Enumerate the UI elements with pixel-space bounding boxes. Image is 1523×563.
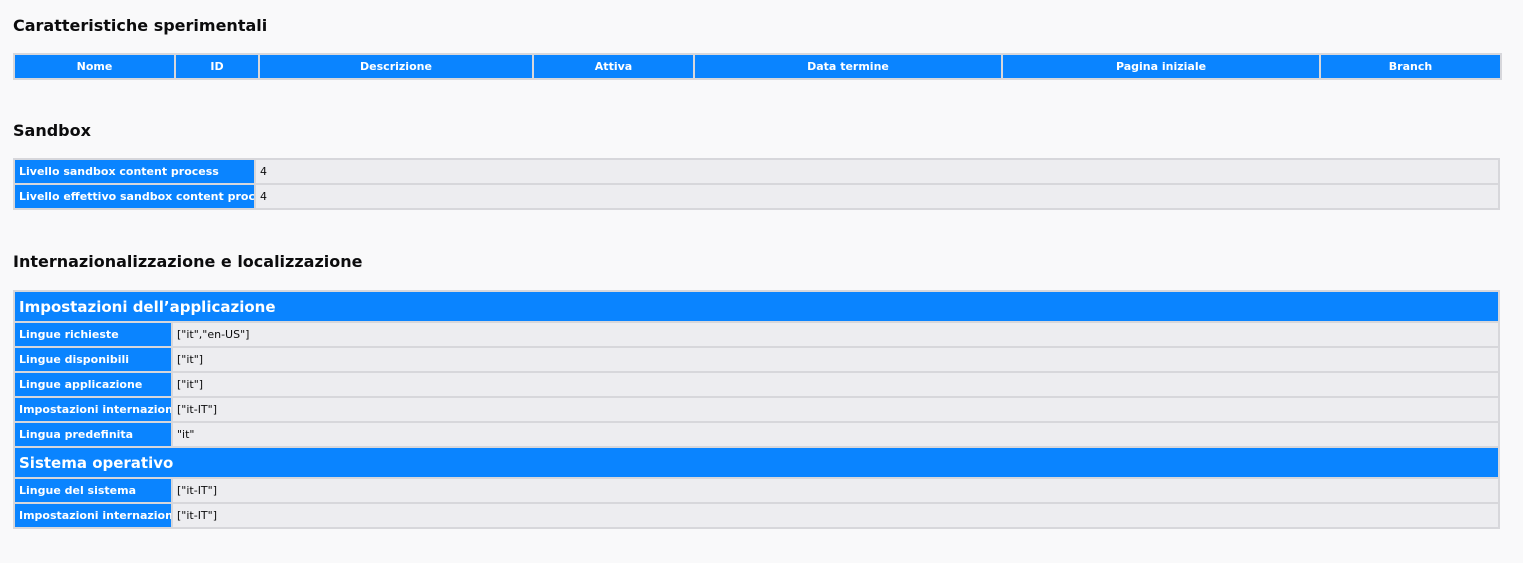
column-header-branch[interactable]: Branch [1319, 53, 1502, 80]
row-key: Lingue disponibili [13, 346, 173, 373]
os-section-title: Sistema operativo [13, 446, 1500, 479]
row-value: ["it-IT"] [171, 396, 1500, 423]
table-row: Livello sandbox content process 4 [13, 158, 1500, 185]
about-support-page: Caratteristiche sperimentali Nome ID Des… [0, 0, 1523, 563]
section-row: Impostazioni dell’applicazione [13, 290, 1500, 323]
intl-table: Impostazioni dell’applicazione Lingue ri… [13, 290, 1500, 529]
column-header-data-termine[interactable]: Data termine [693, 53, 1003, 80]
row-value: 4 [254, 158, 1500, 185]
sandbox-table: Livello sandbox content process 4 Livell… [13, 158, 1500, 210]
row-value: ["it-IT"] [171, 477, 1500, 504]
row-key: Lingue applicazione [13, 371, 173, 398]
table-row: Lingue richieste ["it","en-US"] [13, 321, 1500, 348]
row-value: ["it"] [171, 346, 1500, 373]
row-key: Livello sandbox content process [13, 158, 256, 185]
column-header-nome[interactable]: Nome [13, 53, 176, 80]
section-row: Sistema operativo [13, 446, 1500, 479]
row-key: Impostazioni internazionali [13, 502, 173, 529]
column-header-attiva[interactable]: Attiva [532, 53, 695, 80]
table-row: Lingue del sistema ["it-IT"] [13, 477, 1500, 504]
table-row: Lingua predefinita "it" [13, 421, 1500, 448]
experimental-features-table: Nome ID Descrizione Attiva Data termine … [13, 53, 1502, 80]
row-value: ["it","en-US"] [171, 321, 1500, 348]
row-key: Lingue richieste [13, 321, 173, 348]
row-key: Livello effettivo sandbox content proces… [13, 183, 256, 210]
intl-heading: Internazionalizzazione e localizzazione [13, 252, 363, 271]
table-row: Lingue applicazione ["it"] [13, 371, 1500, 398]
column-header-pagina-iniziale[interactable]: Pagina iniziale [1001, 53, 1321, 80]
experimental-features-heading: Caratteristiche sperimentali [13, 16, 268, 35]
row-key: Lingua predefinita [13, 421, 173, 448]
app-settings-section-title: Impostazioni dell’applicazione [13, 290, 1500, 323]
row-value: 4 [254, 183, 1500, 210]
row-value: ["it-IT"] [171, 502, 1500, 529]
table-row: Impostazioni internazionali ["it-IT"] [13, 502, 1500, 529]
sandbox-heading: Sandbox [13, 121, 91, 140]
table-row: Impostazioni internazionali ["it-IT"] [13, 396, 1500, 423]
row-value: ["it"] [171, 371, 1500, 398]
row-key: Lingue del sistema [13, 477, 173, 504]
table-row: Livello effettivo sandbox content proces… [13, 183, 1500, 210]
column-header-id[interactable]: ID [174, 53, 260, 80]
row-value: "it" [171, 421, 1500, 448]
row-key: Impostazioni internazionali [13, 396, 173, 423]
column-header-descrizione[interactable]: Descrizione [258, 53, 534, 80]
table-row: Lingue disponibili ["it"] [13, 346, 1500, 373]
